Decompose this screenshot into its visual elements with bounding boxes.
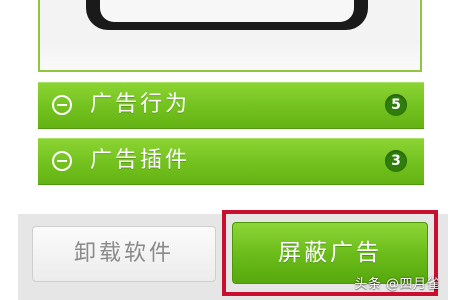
count-badge: 3 [385, 150, 407, 172]
watermark: 头条 @四月雀 [354, 277, 440, 292]
collapse-minus-icon[interactable] [52, 95, 72, 115]
category-label: 广告插件 [90, 148, 191, 173]
ad-detection-screen: 广告行为 5 广告插件 3 卸载软件 屏蔽广告 头条 @四月雀 [0, 0, 450, 300]
count-badge: 5 [385, 94, 407, 116]
ad-preview-screen [100, 0, 354, 22]
category-label: 广告行为 [90, 92, 191, 117]
collapse-minus-icon[interactable] [52, 151, 72, 171]
category-row-ad-behavior[interactable]: 广告行为 5 [38, 82, 424, 128]
uninstall-button[interactable]: 卸载软件 [32, 226, 216, 282]
category-row-ad-plugins[interactable]: 广告插件 3 [38, 138, 424, 184]
ad-preview-card [38, 0, 422, 72]
ad-preview-image [86, 0, 368, 30]
